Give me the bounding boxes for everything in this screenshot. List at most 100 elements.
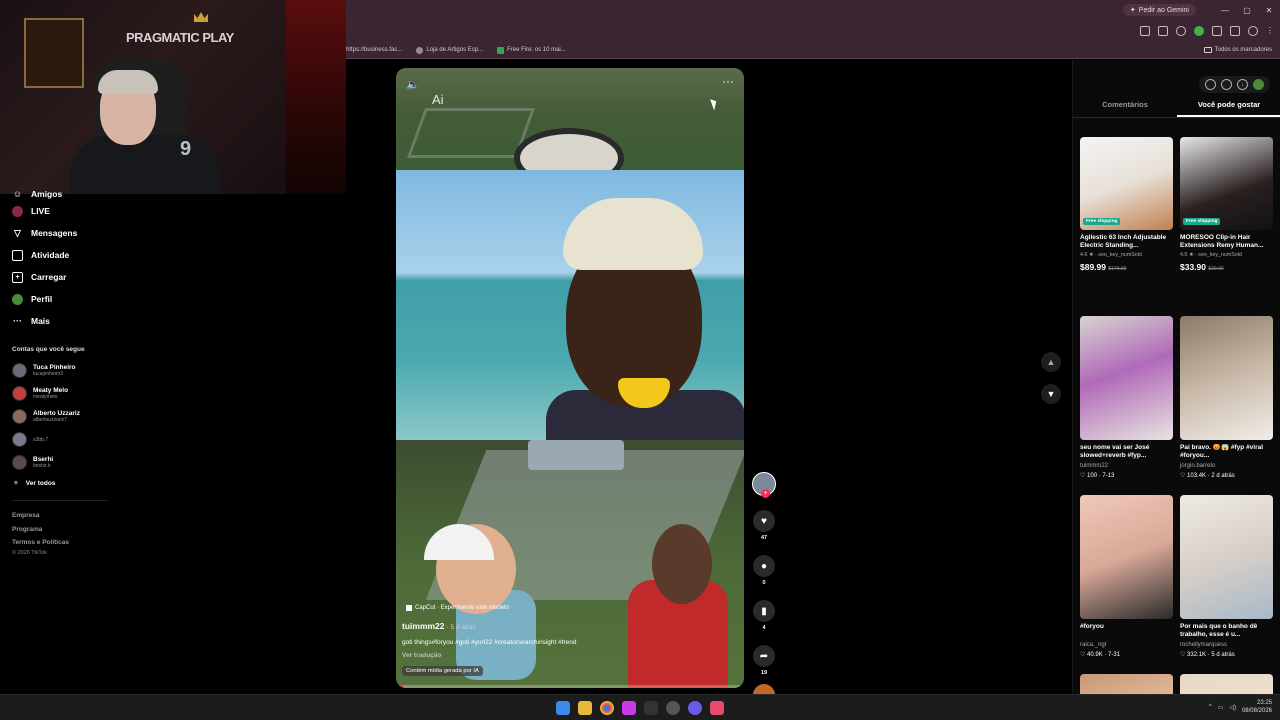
card-rating: 4.6 ★ · seo_key_numSold [1080, 252, 1142, 258]
tab-you-may-like[interactable]: Você pode gostar [1177, 100, 1280, 117]
avatar [12, 432, 27, 447]
follow-plus-icon[interactable]: + [761, 489, 770, 498]
footer-link-company[interactable]: Empresa [0, 509, 110, 523]
bookmark-item[interactable]: https://business.fac... [346, 47, 402, 53]
video-card[interactable]: Por mais que o banho dê trabalho, esse é… [1180, 495, 1274, 673]
see-translation-link[interactable]: Ver tradução [402, 652, 441, 659]
nav-item-messages[interactable]: ▽ Mensagens [0, 222, 110, 244]
freefire-icon [497, 46, 505, 54]
screen: ✦ Pedir ao Gemini — ▢ ✕ ⋮ https://busines… [0, 0, 1280, 720]
media-icon[interactable] [1230, 26, 1240, 36]
nav-item-friends[interactable]: ☺ Amigos [0, 188, 110, 200]
all-bookmarks[interactable]: Todos os marcadores [1203, 47, 1272, 53]
menu-icon[interactable]: ⋮ [1266, 26, 1274, 36]
nav-label: Carregar [31, 272, 67, 282]
profile-avatar-icon[interactable] [1248, 26, 1258, 36]
following-account[interactable]: Alberto Uzzariz albertouzzariz7 [0, 405, 110, 428]
browser-titlebar: ✦ Pedir ao Gemini — ▢ ✕ [346, 0, 1280, 20]
app-icon[interactable] [710, 701, 724, 715]
nav-label: Amigos [31, 189, 63, 199]
gemini-button[interactable]: ✦ Pedir ao Gemini [1122, 4, 1196, 16]
list-icon: ≡ [14, 479, 18, 487]
comment-icon[interactable]: ● [753, 555, 775, 577]
video-author[interactable]: tuimmm22 · 5 d atrás [402, 621, 476, 631]
see-all-label: Ver todos [25, 479, 56, 487]
creator-avatar[interactable]: + [752, 472, 776, 498]
phone-icon[interactable] [1221, 79, 1232, 90]
minimize-icon[interactable]: — [1214, 6, 1236, 15]
download-icon[interactable]: ↓ [1237, 79, 1248, 90]
chevron-up-icon[interactable]: ▲ [1041, 352, 1061, 372]
bookmarks-bar: https://business.fac... Loja de Artigos … [346, 42, 1280, 59]
nav-label: Perfil [31, 294, 53, 304]
maximize-icon[interactable]: ▢ [1236, 6, 1258, 15]
nav-item-profile[interactable]: Perfil [0, 288, 110, 310]
avatar [12, 455, 27, 470]
activity-icon [12, 249, 23, 261]
close-icon[interactable]: ✕ [1258, 6, 1280, 15]
extension-icon[interactable] [1194, 26, 1204, 36]
price-old: $39.00 [1208, 266, 1224, 272]
footer-link-program[interactable]: Programa [0, 523, 110, 537]
see-all-button[interactable]: ≡ Ver todos [0, 474, 110, 492]
card-title: Por mais que o banho dê trabalho, esse é… [1180, 623, 1258, 638]
card-price: $33.90 $39.00 [1180, 262, 1274, 272]
bookmark-item[interactable]: Free Fire: os 10 mai... [497, 46, 566, 54]
comment-count: 0 [762, 580, 766, 586]
following-account[interactable]: Bserhi beshir.lr [0, 451, 110, 474]
puzzle-icon[interactable] [1212, 26, 1222, 36]
price-current: $33.90 [1180, 262, 1206, 272]
product-card[interactable]: Free shipping Agilestic 63 Inch Adjustab… [1080, 137, 1174, 315]
file-explorer-icon[interactable] [578, 701, 592, 715]
app-icon[interactable] [666, 701, 680, 715]
account-handle: albertouzzariz7 [33, 417, 67, 423]
nav-item-live[interactable]: LIVE [0, 200, 110, 222]
discord-icon[interactable] [688, 701, 702, 715]
following-account[interactable]: Tuca Pinheiro tucapinheiro3 [0, 359, 110, 382]
globe-icon [416, 46, 424, 54]
network-icon[interactable]: ▭ [1218, 704, 1224, 711]
chevron-up-icon[interactable]: ^ [1209, 704, 1212, 710]
video-description: goti things#foryou #goti #yuri22 #creato… [402, 639, 577, 646]
free-shipping-badge: Free shipping [1083, 218, 1121, 225]
following-account[interactable]: s3bb.7 [0, 428, 110, 451]
volume-icon[interactable]: ◁) [1229, 704, 1236, 711]
heart-icon[interactable]: ♥ [753, 510, 775, 532]
bookmark-icon[interactable]: ▮ [753, 600, 775, 622]
app-icon[interactable] [622, 701, 636, 715]
blonde-hair [563, 198, 703, 270]
card-title: MORESOO Clip-in Hair Extensions Remy Hum… [1180, 234, 1264, 249]
footer-link-terms[interactable]: Termos e Políticas [0, 536, 110, 550]
nav-item-activity[interactable]: Atividade [0, 244, 110, 266]
account-handle: beshir.lr [33, 463, 51, 469]
video-progress-bar[interactable] [396, 685, 744, 688]
nav-item-more[interactable]: ··· Mais [0, 310, 110, 332]
more-options-icon[interactable]: ··· [722, 74, 734, 88]
chrome-icon[interactable] [600, 701, 614, 715]
video-card[interactable]: seu nome vai ser José slowed+reverb #fyp… [1080, 316, 1174, 494]
app-icon[interactable] [644, 701, 658, 715]
video-card[interactable]: #foryou raica._ngr ♡ 40.9K · 7-31 [1080, 495, 1174, 673]
cast-icon[interactable] [1158, 26, 1168, 36]
translate-icon[interactable] [1140, 26, 1150, 36]
star-icon[interactable] [1176, 26, 1186, 36]
share-icon[interactable]: ➦ [753, 645, 775, 667]
user-avatar[interactable] [1253, 79, 1264, 90]
video-card[interactable]: Pai bravo. 😡😱 #fyp #viral #foryou... jor… [1180, 316, 1274, 494]
capcut-template-link[interactable]: CapCut · Experimente este modelo [406, 605, 509, 611]
nav-item-upload[interactable]: + Carregar [0, 266, 110, 288]
volume-icon[interactable]: 🔈 [406, 78, 420, 91]
video-player[interactable]: 🔈 Ai ··· CapCut · Experimente este model… [396, 68, 744, 688]
tab-comments[interactable]: Comentários [1073, 100, 1177, 117]
compass-icon[interactable] [1205, 79, 1216, 90]
start-icon[interactable] [556, 701, 570, 715]
following-account[interactable]: Meaty Melo meatymelo [0, 382, 110, 405]
messages-icon: ▽ [14, 227, 21, 238]
bookmark-item[interactable]: Loja de Artigos Esp... [416, 46, 483, 54]
chevron-down-icon[interactable]: ▼ [1041, 384, 1061, 404]
clock[interactable]: 23:25 08/08/2026 [1242, 699, 1272, 715]
account-handle: tucapinheiro3 [33, 371, 64, 377]
live-icon [12, 205, 23, 217]
product-card[interactable]: Free shipping MORESOO Clip-in Hair Exten… [1180, 137, 1274, 315]
video-middle-panel [396, 170, 744, 450]
